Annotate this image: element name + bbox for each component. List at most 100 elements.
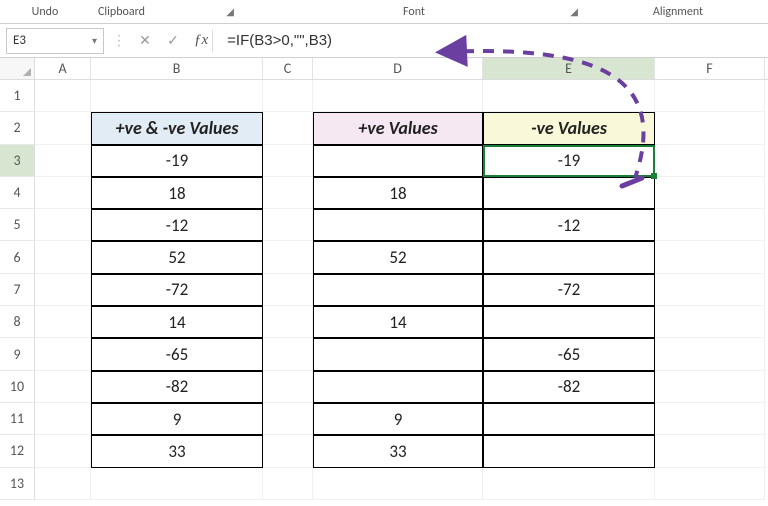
cell-D10[interactable] <box>313 371 483 403</box>
cell-E6[interactable] <box>483 241 655 273</box>
cell-B6[interactable]: 52 <box>91 241 263 273</box>
accept-formula-button[interactable]: ✓ <box>162 30 184 52</box>
cell-F1[interactable] <box>655 80 765 112</box>
cell-C2[interactable] <box>263 112 313 144</box>
fx-icon[interactable]: ƒx <box>190 30 213 52</box>
col-header-D[interactable]: D <box>313 58 483 79</box>
cell-C8[interactable] <box>263 306 313 338</box>
cell-A1[interactable] <box>35 80 91 112</box>
cell-C5[interactable] <box>263 209 313 241</box>
cell-F13[interactable] <box>655 468 765 500</box>
cell-D3[interactable] <box>313 145 483 177</box>
cell-B9[interactable]: -65 <box>91 338 263 370</box>
cell-E3[interactable]: -19 <box>483 145 655 177</box>
cell-F4[interactable] <box>655 177 765 209</box>
cell-E9[interactable]: -65 <box>483 338 655 370</box>
cell-F12[interactable] <box>655 435 765 467</box>
cell-A5[interactable] <box>35 209 91 241</box>
name-box[interactable]: E3 ▾ <box>6 28 104 54</box>
row-header-1[interactable]: 1 <box>0 80 35 112</box>
cell-D11[interactable]: 9 <box>313 403 483 435</box>
cell-E13[interactable] <box>483 468 655 500</box>
cell-B2[interactable]: +ve & -ve Values <box>91 112 263 144</box>
cell-F9[interactable] <box>655 338 765 370</box>
cell-B11[interactable]: 9 <box>91 403 263 435</box>
cell-A4[interactable] <box>35 177 91 209</box>
cell-A11[interactable] <box>35 403 91 435</box>
cell-E7[interactable]: -72 <box>483 274 655 306</box>
cell-A2[interactable] <box>35 112 91 144</box>
cell-C11[interactable] <box>263 403 313 435</box>
col-header-E[interactable]: E <box>483 58 655 79</box>
row-header-12[interactable]: 12 <box>0 435 35 467</box>
cell-D5[interactable] <box>313 209 483 241</box>
cell-D4[interactable]: 18 <box>313 177 483 209</box>
cell-D12[interactable]: 33 <box>313 435 483 467</box>
row-header-3[interactable]: 3 <box>0 145 35 177</box>
cell-E8[interactable] <box>483 306 655 338</box>
cell-C1[interactable] <box>263 80 313 112</box>
cancel-formula-button[interactable]: ✕ <box>134 30 156 52</box>
dialog-launcher-icon[interactable]: ◢ <box>570 5 584 18</box>
cell-A10[interactable] <box>35 371 91 403</box>
row-header-2[interactable]: 2 <box>0 112 35 144</box>
cell-E4[interactable] <box>483 177 655 209</box>
cell-C13[interactable] <box>263 468 313 500</box>
cell-F5[interactable] <box>655 209 765 241</box>
cell-A13[interactable] <box>35 468 91 500</box>
col-header-A[interactable]: A <box>35 58 91 79</box>
cell-F8[interactable] <box>655 306 765 338</box>
cell-F11[interactable] <box>655 403 765 435</box>
clipboard-launcher[interactable]: ◢ <box>210 0 240 23</box>
row-header-13[interactable]: 13 <box>0 468 35 500</box>
cell-C6[interactable] <box>263 241 313 273</box>
cell-A12[interactable] <box>35 435 91 467</box>
cell-A9[interactable] <box>35 338 91 370</box>
row-header-4[interactable]: 4 <box>0 177 35 209</box>
cell-B1[interactable] <box>91 80 263 112</box>
cell-D2[interactable]: +ve Values <box>313 112 483 144</box>
row-header-7[interactable]: 7 <box>0 274 35 306</box>
cell-E1[interactable] <box>483 80 655 112</box>
cell-D1[interactable] <box>313 80 483 112</box>
cell-B8[interactable]: 14 <box>91 306 263 338</box>
cell-F2[interactable] <box>655 112 765 144</box>
cell-D8[interactable]: 14 <box>313 306 483 338</box>
row-header-6[interactable]: 6 <box>0 241 35 273</box>
cell-A7[interactable] <box>35 274 91 306</box>
cell-B3[interactable]: -19 <box>91 145 263 177</box>
cell-C4[interactable] <box>263 177 313 209</box>
row-header-8[interactable]: 8 <box>0 306 35 338</box>
cell-E12[interactable] <box>483 435 655 467</box>
cell-E2[interactable]: -ve Values <box>483 112 655 144</box>
cell-C9[interactable] <box>263 338 313 370</box>
cell-B12[interactable]: 33 <box>91 435 263 467</box>
cell-B13[interactable] <box>91 468 263 500</box>
row-header-9[interactable]: 9 <box>0 338 35 370</box>
cell-A3[interactable] <box>35 145 91 177</box>
select-all-corner[interactable] <box>0 58 35 79</box>
cell-B7[interactable]: -72 <box>91 274 263 306</box>
cell-F6[interactable] <box>655 241 765 273</box>
row-header-5[interactable]: 5 <box>0 209 35 241</box>
cell-C10[interactable] <box>263 371 313 403</box>
row-header-10[interactable]: 10 <box>0 371 35 403</box>
cell-B4[interactable]: 18 <box>91 177 263 209</box>
cell-C12[interactable] <box>263 435 313 467</box>
col-header-C[interactable]: C <box>263 58 313 79</box>
cell-D7[interactable] <box>313 274 483 306</box>
cell-A6[interactable] <box>35 241 91 273</box>
formula-input[interactable] <box>219 28 762 54</box>
cell-A8[interactable] <box>35 306 91 338</box>
col-header-F[interactable]: F <box>655 58 765 79</box>
cell-C7[interactable] <box>263 274 313 306</box>
cell-C3[interactable] <box>263 145 313 177</box>
row-header-11[interactable]: 11 <box>0 403 35 435</box>
cell-E11[interactable] <box>483 403 655 435</box>
cell-D9[interactable] <box>313 338 483 370</box>
cell-F3[interactable] <box>655 145 765 177</box>
cell-F10[interactable] <box>655 371 765 403</box>
col-header-B[interactable]: B <box>91 58 263 79</box>
cell-E10[interactable]: -82 <box>483 371 655 403</box>
cell-E5[interactable]: -12 <box>483 209 655 241</box>
